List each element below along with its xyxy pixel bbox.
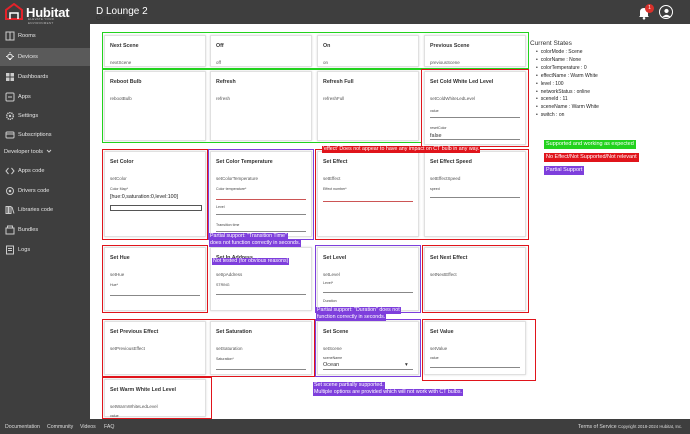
partial-outline-color-temperature xyxy=(208,149,314,240)
developer-tools-label: Developer tools xyxy=(4,149,43,155)
legend-partial: Partial Support xyxy=(544,166,585,175)
commands-header: Commands xyxy=(96,16,127,22)
footer-link-faq[interactable]: FAQ xyxy=(104,424,114,430)
footer-link-terms[interactable]: Terms of Service xyxy=(578,424,617,430)
sidebar-item-label: Apps xyxy=(18,94,31,100)
ip-address-input[interactable] xyxy=(216,294,306,295)
note-transition-time-2: does not function correctly in seconds. xyxy=(209,240,302,247)
dashboards-icon xyxy=(6,73,14,81)
partial-outline-set-scene xyxy=(315,319,421,377)
note-effect-no-impact: 'effect' Does not appear to have any imp… xyxy=(322,146,481,153)
note-set-scene-2: Multiple options are provided which will… xyxy=(313,389,463,396)
sidebar-item-apps-code[interactable]: Apps code xyxy=(0,162,90,180)
gear-icon xyxy=(5,111,15,121)
subscriptions-icon xyxy=(5,131,15,139)
logs-icon xyxy=(6,245,14,255)
sidebar-item-label: Bundles xyxy=(18,227,39,233)
sidebar-item-apps[interactable]: Apps xyxy=(0,88,90,106)
user-icon xyxy=(661,8,671,17)
legend-no-effect: No Effect/Not Supported/Not relevant xyxy=(544,153,639,162)
state-item: networkStatus : online xyxy=(530,89,680,97)
drivers-code-icon xyxy=(6,187,14,195)
brand-name: Hubitat xyxy=(26,4,70,20)
unsupported-outline-effects xyxy=(315,149,529,240)
sidebar-item-bundles[interactable]: Bundles xyxy=(0,221,90,239)
sidebar-item-label: Dashboards xyxy=(18,74,49,80)
unsupported-outline-warm-white xyxy=(102,377,212,419)
supported-outline-row1 xyxy=(102,32,529,69)
command-card-set-ip-address[interactable]: Set Ip Address setIpAddress STRING xyxy=(210,247,312,311)
legend-supported: Supported and working as expected xyxy=(544,140,636,149)
supported-outline-row2 xyxy=(102,69,422,143)
unsupported-outline-next-effect xyxy=(422,245,529,313)
rooms-icon xyxy=(5,31,15,41)
sidebar-item-label: Apps code xyxy=(18,168,45,174)
sidebar-item-label: Devices xyxy=(18,54,38,60)
note-duration-2: function correctly in seconds. xyxy=(316,314,387,321)
state-item: effectName : Warm White xyxy=(530,73,680,81)
state-item: colorMode : Scene xyxy=(530,49,680,57)
bundles-icon xyxy=(5,225,15,235)
note-set-scene-1: Set scene partially supported. xyxy=(313,382,385,389)
sidebar-item-subscriptions[interactable]: Subscriptions xyxy=(0,126,90,144)
unsupported-outline-cold-white xyxy=(421,69,529,147)
note-not-tested: Not tested (for obvious reasons) xyxy=(212,258,290,265)
sidebar-item-settings[interactable]: Settings xyxy=(0,107,90,125)
developer-tools-toggle[interactable]: Developer tools xyxy=(0,143,90,161)
current-states-header: Current States xyxy=(530,40,572,47)
footer-link-documentation[interactable]: Documentation xyxy=(5,424,40,430)
user-account-button[interactable] xyxy=(659,5,673,19)
chevron-down-icon xyxy=(46,149,52,153)
state-item: level : 100 xyxy=(530,81,680,89)
note-duration-1: Partial support: "Duration" does not xyxy=(316,307,401,314)
sidebar-item-label: Settings xyxy=(18,113,39,119)
unsupported-outline-prev-effect-saturation xyxy=(102,319,315,377)
hubitat-logo[interactable]: Hubitat ELEVATE YOUR ENVIRONMENT xyxy=(4,3,70,25)
libraries-code-icon xyxy=(5,206,15,214)
apps-icon xyxy=(5,92,15,102)
state-item: switch : on xyxy=(530,112,680,120)
note-transition-time-1: Partial support: "Transition Time" xyxy=(209,233,288,240)
unsupported-outline-set-value xyxy=(422,319,536,381)
partial-outline-set-level xyxy=(315,245,421,313)
sidebar-item-devices[interactable]: Devices xyxy=(0,48,90,66)
sidebar-item-label: Rooms xyxy=(18,33,36,39)
footer: Documentation Community Videos FAQ Terms… xyxy=(0,419,690,434)
devices-icon xyxy=(6,52,14,60)
sidebar-item-dashboards[interactable]: Dashboards xyxy=(0,68,90,86)
sidebar: Rooms Devices Dashboards Apps Settings S… xyxy=(0,24,90,419)
sidebar-item-drivers-code[interactable]: Drivers code xyxy=(0,182,90,200)
sidebar-item-label: Subscriptions xyxy=(18,132,52,138)
sidebar-item-logs[interactable]: Logs xyxy=(0,241,90,259)
hubitat-logo-icon xyxy=(5,3,23,20)
notification-badge: 1 xyxy=(645,4,654,13)
footer-copyright: Copyright 2018-2024 Hubitat, Inc. xyxy=(618,424,683,429)
state-item: colorTemperature : 0 xyxy=(530,65,680,73)
unsupported-outline-set-hue xyxy=(102,245,208,313)
sidebar-item-label: Drivers code xyxy=(18,188,50,194)
field-label-string: STRING xyxy=(216,283,230,287)
state-item: colorName : None xyxy=(530,57,680,65)
sidebar-item-libraries-code[interactable]: Libraries code xyxy=(0,201,90,219)
notifications-button[interactable]: 1 xyxy=(637,4,654,20)
sidebar-item-label: Libraries code xyxy=(18,207,54,213)
command-method: setIpAddress xyxy=(216,272,243,277)
footer-link-videos[interactable]: Videos xyxy=(80,424,96,430)
footer-link-community[interactable]: Community xyxy=(47,424,73,430)
current-states-panel: Current States colorMode : Scene colorNa… xyxy=(530,40,680,120)
state-item: sceneName : Warm White xyxy=(530,104,680,112)
sidebar-item-rooms[interactable]: Rooms xyxy=(0,27,90,45)
unsupported-outline-set-color xyxy=(102,149,208,240)
state-item: sceneId : 11 xyxy=(530,96,680,104)
apps-code-icon xyxy=(5,167,15,175)
sidebar-item-label: Logs xyxy=(18,247,31,253)
